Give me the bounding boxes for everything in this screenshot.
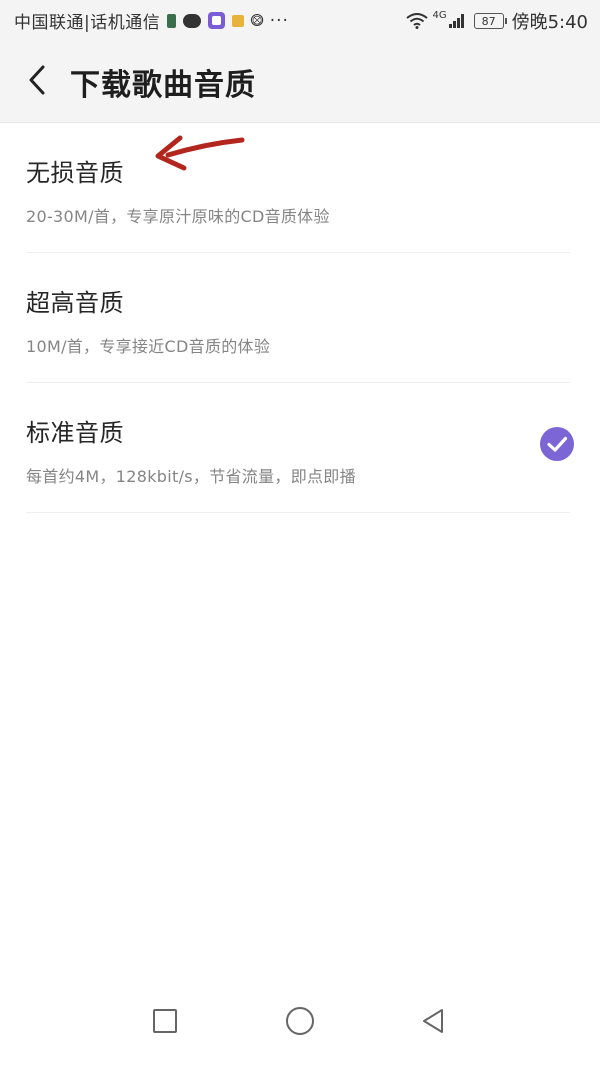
header-bar: 下载歌曲音质	[0, 40, 600, 123]
wifi-icon	[406, 13, 429, 29]
nav-back-icon[interactable]	[420, 1007, 446, 1035]
divider	[26, 512, 570, 513]
option-description: 10M/首，专享接近CD音质的体验	[26, 337, 271, 356]
clock: 傍晚5:40	[511, 12, 588, 33]
app-notification-icon	[208, 12, 226, 29]
system-nav-bar	[0, 990, 600, 1066]
notification-icon: ⨷	[250, 10, 264, 31]
page-title: 下载歌曲音质	[70, 68, 256, 103]
battery-level: 87	[481, 14, 496, 28]
quality-option-high[interactable]: 超高音质 10M/首，专享接近CD音质的体验	[0, 253, 600, 383]
charging-icon	[167, 13, 177, 28]
network-type-label: 4G	[432, 9, 447, 21]
home-icon[interactable]	[286, 1007, 314, 1035]
option-title: 无损音质	[26, 159, 124, 187]
option-title: 超高音质	[26, 289, 124, 317]
annotation-arrow-icon	[150, 128, 250, 178]
option-title: 标准音质	[26, 419, 124, 447]
quality-option-lossless[interactable]: 无损音质 20-30M/首，专享原汁原味的CD音质体验	[0, 123, 600, 253]
more-notifications-icon: ···	[269, 10, 289, 31]
back-arrow-icon[interactable]	[26, 63, 48, 97]
carrier-label: 中国联通|话机通信	[14, 13, 161, 33]
status-right: 4G 87 傍晚5:40	[406, 8, 588, 34]
battery-icon: 87	[473, 13, 507, 29]
recent-apps-icon[interactable]	[153, 1009, 177, 1033]
status-left: 中国联通|话机通信 ⨷ ···	[14, 8, 289, 34]
status-bar: 中国联通|话机通信 ⨷ ··· 4G 87 傍晚5:40	[0, 0, 600, 40]
signal-icon	[448, 14, 464, 28]
option-description: 20-30M/首，专享原汁原味的CD音质体验	[26, 207, 330, 226]
message-icon	[183, 13, 202, 28]
quality-option-standard[interactable]: 标准音质 每首约4M，128kbit/s，节省流量，即点即播	[0, 383, 600, 513]
selected-check-icon	[539, 426, 575, 462]
note-icon	[232, 14, 245, 27]
option-description: 每首约4M，128kbit/s，节省流量，即点即播	[26, 467, 356, 486]
